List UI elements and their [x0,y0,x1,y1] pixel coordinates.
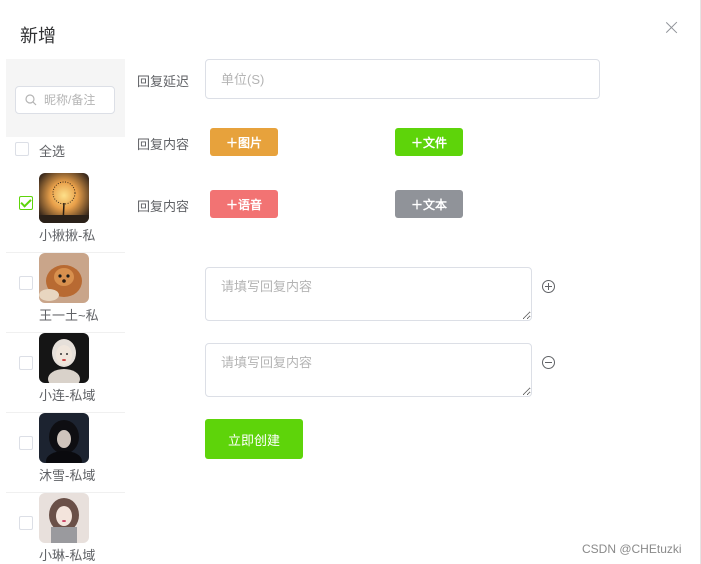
contact-checkbox[interactable] [19,516,33,530]
add-circle-icon[interactable] [542,280,555,293]
new-dialog: 新增 全选 小揪揪-私 [0,0,701,564]
contact-name: 沐雪-私域 [39,468,96,483]
contact-name: 小琳-私域 [39,548,96,563]
search-icon [25,94,37,106]
add-image-button[interactable]: ＋图片 [210,128,278,156]
select-all-label: 全选 [39,144,66,159]
search-box[interactable] [15,86,115,114]
search-input[interactable] [44,91,112,109]
avatar [39,493,89,543]
contact-name: 王一土~私 [39,308,99,323]
create-button[interactable]: 立即创建 [205,419,303,459]
contact-checkbox[interactable] [19,356,33,370]
reply-content-input[interactable] [205,343,532,397]
avatar [39,413,89,463]
add-file-button[interactable]: ＋文件 [395,128,463,156]
avatar [39,253,89,303]
delay-label: 回复延迟 [137,74,190,89]
contact-name: 小揪揪-私 [39,228,96,243]
contact-sidebar: 全选 小揪揪-私 [6,59,125,564]
add-text-button[interactable]: ＋文本 [395,190,463,218]
content-label: 回复内容 [137,199,190,214]
contact-checkbox[interactable] [19,196,33,210]
select-all-checkbox[interactable] [15,142,29,156]
reply-content-input[interactable] [205,267,532,321]
contact-name: 小连-私域 [39,388,96,403]
add-voice-button[interactable]: ＋语音 [210,190,278,218]
watermark: CSDN @CHEtuzki [582,542,682,556]
close-icon[interactable] [664,20,680,36]
delay-input[interactable] [205,59,600,99]
content-label: 回复内容 [137,137,190,152]
avatar [39,333,89,383]
contact-checkbox[interactable] [19,436,33,450]
dialog-title: 新增 [20,26,56,46]
contact-checkbox[interactable] [19,276,33,290]
avatar [39,173,89,223]
remove-circle-icon[interactable] [542,356,555,369]
